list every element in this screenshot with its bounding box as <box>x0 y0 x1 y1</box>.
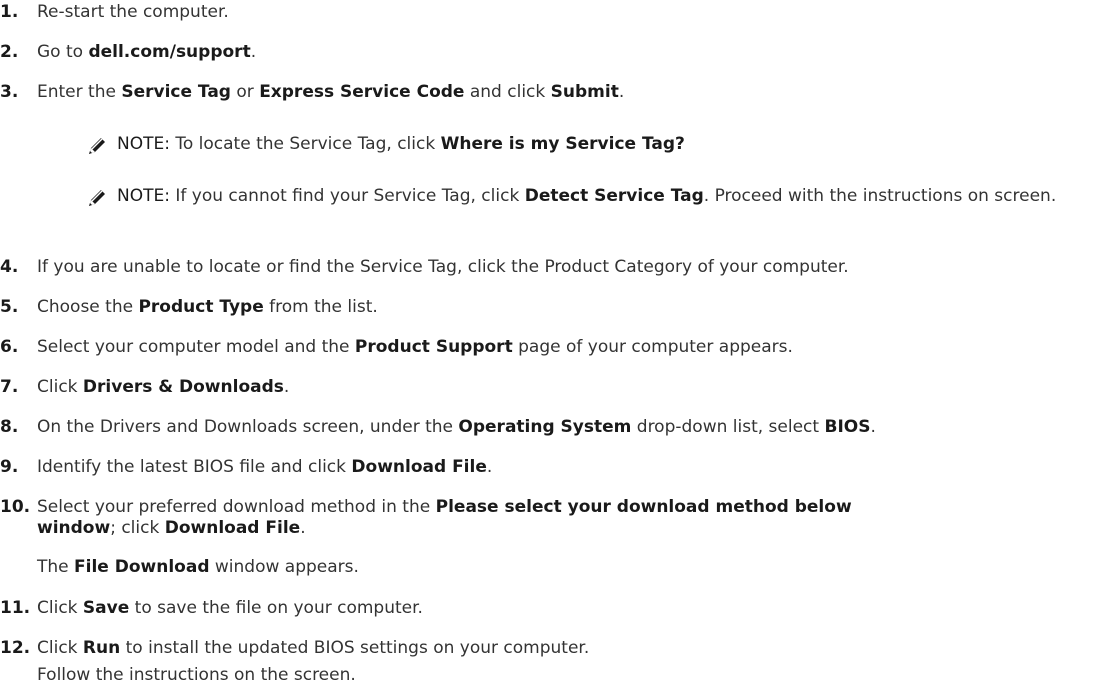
step-text: Re-start the computer. <box>37 2 229 22</box>
step-7: 7. Click Drivers & Downloads. <box>0 377 289 398</box>
step-number: 4. <box>0 257 19 277</box>
step-number: 7. <box>0 377 19 397</box>
step-10: 10. Select your preferred download metho… <box>0 497 857 539</box>
step-5: 5. Choose the Product Type from the list… <box>0 297 378 318</box>
step-2: 2. Go to dell.com/support. <box>0 42 256 63</box>
step-number: 8. <box>0 417 19 437</box>
step-12-result: Follow the instructions on the screen. <box>37 665 356 685</box>
step-text: Click Drivers & Downloads. <box>37 377 290 397</box>
note-text: NOTE: To locate the Service Tag, click W… <box>117 134 685 154</box>
step-text: Identify the latest BIOS file and click … <box>37 457 493 477</box>
note-text: NOTE: If you cannot find your Service Ta… <box>117 186 1057 206</box>
step-text: Click Run to install the updated BIOS se… <box>37 638 590 658</box>
support-link[interactable]: dell.com/support <box>88 42 250 62</box>
step-4: 4. If you are unable to locate or find t… <box>0 257 849 278</box>
pencil-icon <box>86 135 108 157</box>
pencil-icon <box>86 187 108 209</box>
step-8: 8. On the Drivers and Downloads screen, … <box>0 417 876 438</box>
step-number: 11. <box>0 598 31 618</box>
step-12: 12. Click Run to install the updated BIO… <box>0 638 589 659</box>
step-text: Choose the Product Type from the list. <box>37 297 378 317</box>
step-number: 1. <box>0 2 19 22</box>
step-text: Enter the Service Tag or Express Service… <box>37 82 625 102</box>
step-number: 10. <box>0 497 31 517</box>
note-1: NOTE: To locate the Service Tag, click W… <box>0 134 1114 157</box>
step-number: 12. <box>0 638 31 658</box>
step-number: 5. <box>0 297 19 317</box>
where-service-tag-link[interactable]: Where is my Service Tag? <box>441 134 685 154</box>
step-text: Go to dell.com/support. <box>37 42 257 62</box>
step-9: 9. Identify the latest BIOS file and cli… <box>0 457 492 478</box>
step-6: 6. Select your computer model and the Pr… <box>0 337 793 358</box>
step-text: Select your preferred download method in… <box>37 497 852 538</box>
step-11: 11. Click Save to save the file on your … <box>0 598 423 619</box>
step-text: Click Save to save the file on your comp… <box>37 598 423 618</box>
step-number: 2. <box>0 42 19 62</box>
step-number: 6. <box>0 337 19 357</box>
step-text: If you are unable to locate or find the … <box>37 257 849 277</box>
step-text: On the Drivers and Downloads screen, und… <box>37 417 876 437</box>
note-2: NOTE: If you cannot find your Service Ta… <box>0 186 1114 209</box>
step-number: 9. <box>0 457 19 477</box>
step-10-result: The File Download window appears. <box>37 557 359 577</box>
step-3: 3. Enter the Service Tag or Express Serv… <box>0 82 624 103</box>
step-1: 1. Re-start the computer. <box>0 2 229 23</box>
step-number: 3. <box>0 82 19 102</box>
step-text: Select your computer model and the Produ… <box>37 337 793 357</box>
detect-service-tag-link[interactable]: Detect Service Tag <box>525 186 704 206</box>
